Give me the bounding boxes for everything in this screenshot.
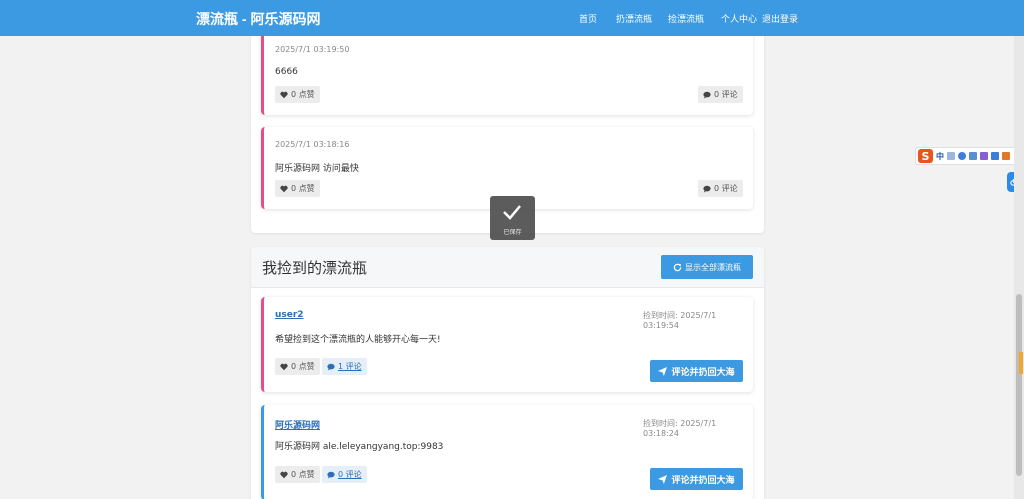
comment-icon — [327, 471, 335, 479]
scrollbar-marker — [1019, 352, 1023, 374]
comment-icon — [703, 91, 711, 99]
sogou-ime-icon[interactable]: S — [918, 149, 933, 163]
paper-plane-icon — [658, 474, 668, 484]
like-button[interactable]: 0 点赞 — [275, 358, 320, 375]
comments-link[interactable]: 0 评论 — [322, 466, 367, 483]
heart-icon — [280, 363, 288, 370]
site-brand[interactable]: 漂流瓶 - 阿乐源码网 — [196, 9, 320, 29]
bottle-content: 阿乐源码网 ale.leleyangyang.top:9983 — [275, 442, 444, 452]
like-count: 0 点赞 — [291, 362, 315, 371]
picked-bottles-panel: 我捡到的漂流瓶 显示全部漂流瓶 user2 捡到时间: 2025/7/1 03:… — [251, 247, 764, 499]
comment-count: 0 评论 — [338, 470, 362, 479]
bottle-card: 2025/7/1 03:19:50 6666 0 点赞 0 评论 — [261, 30, 753, 115]
sogou-mascot-icon[interactable] — [1002, 152, 1010, 160]
comment-count: 0 评论 — [714, 184, 738, 193]
bottle-timestamp: 2025/7/1 03:18:16 — [275, 140, 350, 149]
heart-icon — [280, 185, 288, 192]
like-button[interactable]: 0 点赞 — [275, 180, 320, 197]
bottle-content: 阿乐源码网 访问最快 — [275, 164, 359, 174]
comment-count: 0 评论 — [714, 90, 738, 99]
comment-and-throw-back-button[interactable]: 评论并扔回大海 — [650, 468, 743, 490]
picked-timestamp: 捡到时间: 2025/7/1 03:19:54 — [643, 311, 717, 330]
ime-toolbar[interactable]: S 中 — [915, 147, 1023, 165]
scrollbar-thumb[interactable] — [1016, 294, 1022, 476]
like-count: 0 点赞 — [291, 184, 315, 193]
comment-button[interactable]: 0 评论 — [698, 180, 743, 197]
comment-and-throw-back-button[interactable]: 评论并扔回大海 — [650, 360, 743, 382]
picked-bottle-card: user2 捡到时间: 2025/7/1 03:19:54 希望捡到这个漂流瓶的… — [261, 297, 753, 392]
page-scrollbar[interactable] — [1014, 36, 1024, 499]
comment-count: 1 评论 — [338, 362, 362, 371]
picked-bottle-card: 阿乐源码网 捡到时间: 2025/7/1 03:18:24 阿乐源码网 ale.… — [261, 405, 753, 499]
comment-icon — [703, 185, 711, 193]
like-button[interactable]: 0 点赞 — [275, 466, 320, 483]
nav-pick-bottle[interactable]: 捡漂流瓶 — [668, 12, 704, 25]
heart-icon — [280, 91, 288, 98]
bottle-author-link[interactable]: user2 — [275, 310, 304, 320]
like-button[interactable]: 0 点赞 — [275, 86, 320, 103]
skin-icon[interactable] — [980, 152, 988, 160]
comment-button[interactable]: 0 评论 — [698, 86, 743, 103]
like-count: 0 点赞 — [291, 90, 315, 99]
saved-toast: 已保存 — [490, 196, 535, 240]
reply-label: 评论并扔回大海 — [671, 367, 735, 378]
bottle-author-link[interactable]: 阿乐源码网 — [275, 418, 320, 431]
ime-language-toggle[interactable]: 中 — [936, 151, 944, 162]
checkmark-icon — [503, 205, 521, 220]
nav-logout[interactable]: 退出登录 — [762, 12, 798, 25]
comments-link[interactable]: 1 评论 — [322, 358, 367, 375]
bottle-content: 希望捡到这个漂流瓶的人能够开心每一天! — [275, 335, 441, 345]
top-navbar: 漂流瓶 - 阿乐源码网 首页 扔漂流瓶 捡漂流瓶 个人中心 退出登录 — [0, 0, 1024, 36]
nav-throw-bottle[interactable]: 扔漂流瓶 — [616, 12, 652, 25]
nav-home[interactable]: 首页 — [579, 12, 597, 25]
show-all-label: 显示全部漂流瓶 — [685, 262, 741, 272]
keyboard-icon[interactable] — [969, 152, 977, 160]
panel-header: 我捡到的漂流瓶 显示全部漂流瓶 — [251, 247, 764, 288]
show-all-bottles-button[interactable]: 显示全部漂流瓶 — [661, 255, 753, 279]
microphone-icon[interactable] — [958, 152, 966, 160]
nav-profile[interactable]: 个人中心 — [721, 12, 757, 25]
punctuation-icon[interactable] — [947, 152, 955, 160]
panel-title: 我捡到的漂流瓶 — [262, 259, 368, 277]
reply-label: 评论并扔回大海 — [671, 475, 735, 486]
toast-label: 已保存 — [503, 229, 522, 236]
bottle-content: 6666 — [275, 67, 298, 77]
bottle-timestamp: 2025/7/1 03:19:50 — [275, 45, 350, 54]
like-count: 0 点赞 — [291, 470, 315, 479]
refresh-icon — [673, 263, 682, 271]
toolbox-icon[interactable] — [991, 152, 999, 160]
paper-plane-icon — [658, 366, 668, 376]
heart-icon — [280, 471, 288, 478]
picked-timestamp: 捡到时间: 2025/7/1 03:18:24 — [643, 419, 717, 438]
comment-icon — [327, 363, 335, 371]
